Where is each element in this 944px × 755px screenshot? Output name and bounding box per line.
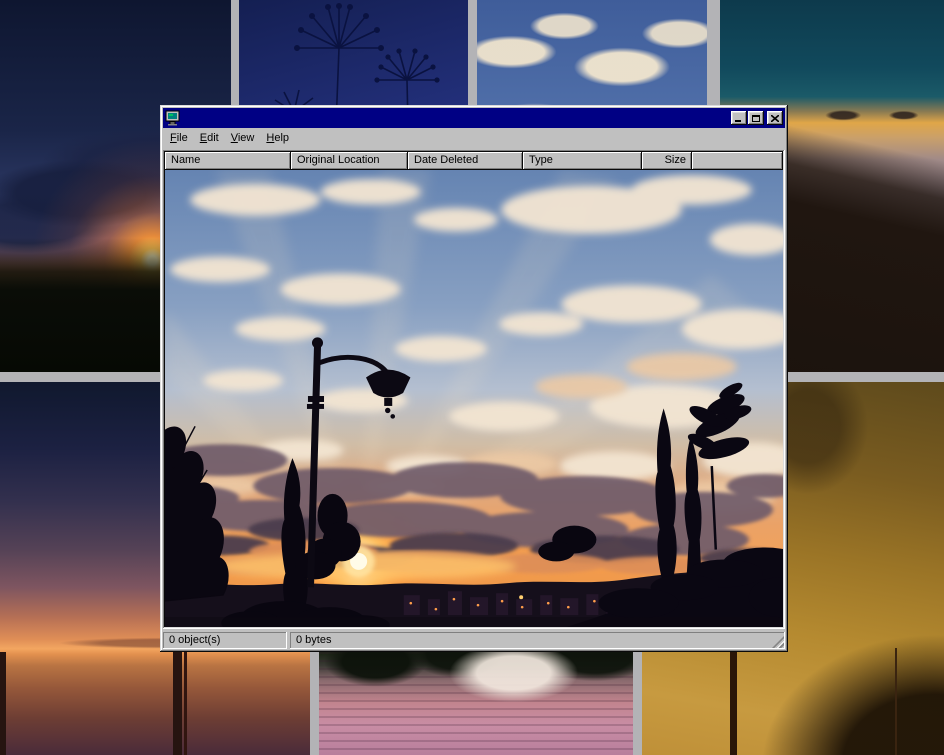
column-header-size[interactable]: Size <box>642 152 692 170</box>
minimize-button[interactable] <box>731 111 747 125</box>
status-bar: 0 object(s) 0 bytes <box>163 629 785 649</box>
lake-pole-silhouette <box>0 652 6 755</box>
titlebar[interactable] <box>163 108 785 128</box>
maximize-icon <box>752 115 760 122</box>
menu-file[interactable]: File <box>164 130 194 146</box>
menu-bar: File Edit View Help <box>163 128 785 148</box>
lake-pole-silhouette <box>173 646 182 755</box>
computer-icon[interactable] <box>165 110 181 126</box>
status-object-count: 0 object(s) <box>163 632 287 649</box>
column-header-date-deleted[interactable]: Date Deleted <box>408 152 523 170</box>
sunset-lamppost-photo[interactable] <box>165 170 783 627</box>
close-button[interactable] <box>767 111 783 125</box>
column-headers: Name Original Location Date Deleted Type… <box>165 152 783 170</box>
desktop: { "window": { "title": "", "icon": "comp… <box>0 0 944 755</box>
menu-edit[interactable]: Edit <box>194 130 225 146</box>
file-list-view[interactable]: Name Original Location Date Deleted Type… <box>163 150 785 629</box>
haze-pole-silhouette <box>895 648 897 755</box>
column-header-original-location[interactable]: Original Location <box>291 152 408 170</box>
recycle-bin-window: File Edit View Help Name Original Locati… <box>160 105 788 652</box>
status-byte-count: 0 bytes <box>290 632 785 649</box>
lake-pole-silhouette <box>184 650 187 755</box>
close-icon <box>771 115 779 122</box>
column-header-empty[interactable] <box>692 152 783 170</box>
menu-help[interactable]: Help <box>260 130 295 146</box>
haze-pole-silhouette <box>730 648 737 755</box>
maximize-button[interactable] <box>748 111 764 125</box>
menu-view[interactable]: View <box>225 130 261 146</box>
minimize-icon <box>735 120 741 122</box>
column-header-name[interactable]: Name <box>165 152 291 170</box>
column-header-type[interactable]: Type <box>523 152 642 170</box>
